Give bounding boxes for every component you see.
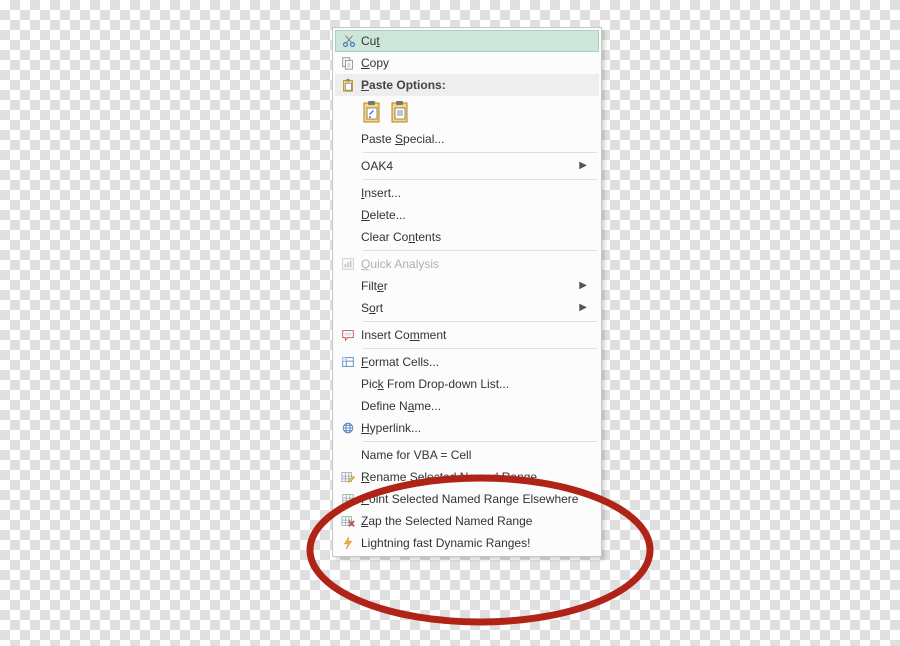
cut-icon — [336, 34, 361, 48]
grid-delete-icon — [335, 514, 361, 528]
menu-item-filter[interactable]: Filter ▶ — [335, 275, 599, 297]
menu-item-clear-contents[interactable]: Clear Contents — [335, 226, 599, 248]
grid-icon — [335, 492, 361, 506]
separator — [363, 321, 597, 322]
copy-icon — [335, 56, 361, 70]
menu-label: Define Name... — [361, 395, 587, 417]
lightning-icon — [335, 536, 361, 550]
menu-item-quick-analysis: Quick Analysis — [335, 253, 599, 275]
menu-label: Format Cells... — [361, 351, 587, 373]
menu-item-zap-range[interactable]: Zap the Selected Named Range — [335, 510, 599, 532]
menu-item-insert-comment[interactable]: Insert Comment — [335, 324, 599, 346]
paste-options-row — [335, 96, 599, 128]
separator — [363, 441, 597, 442]
menu-label: Paste Options: — [361, 74, 587, 96]
format-cells-icon — [335, 355, 361, 369]
menu-label: OAK4 — [361, 155, 577, 177]
menu-item-format-cells[interactable]: Format Cells... — [335, 351, 599, 373]
menu-item-oak4[interactable]: OAK4 ▶ — [335, 155, 599, 177]
menu-item-paste-special[interactable]: Paste Special... — [335, 128, 599, 150]
menu-label: Insert Comment — [361, 324, 587, 346]
separator — [363, 250, 597, 251]
paste-icon — [335, 78, 361, 92]
paste-option-values-icon[interactable] — [389, 100, 411, 124]
menu-item-cut[interactable]: Cut — [335, 30, 599, 52]
menu-item-point-range[interactable]: Point Selected Named Range Elsewhere — [335, 488, 599, 510]
menu-item-pick-from-list[interactable]: Pick From Drop-down List... — [335, 373, 599, 395]
menu-item-copy[interactable]: Copy — [335, 52, 599, 74]
grid-pencil-icon — [335, 470, 361, 484]
menu-item-insert[interactable]: Insert... — [335, 182, 599, 204]
menu-item-dynamic-ranges[interactable]: Lightning fast Dynamic Ranges! — [335, 532, 599, 554]
separator — [363, 152, 597, 153]
menu-label: Cut — [361, 31, 586, 51]
menu-label: Filter — [361, 275, 577, 297]
menu-item-hyperlink[interactable]: Hyperlink... — [335, 417, 599, 439]
menu-item-define-name[interactable]: Define Name... — [335, 395, 599, 417]
menu-item-delete[interactable]: Delete... — [335, 204, 599, 226]
separator — [363, 348, 597, 349]
separator — [363, 179, 597, 180]
menu-item-name-for-vba[interactable]: Name for VBA = Cell — [335, 444, 599, 466]
context-menu: Cut Copy Paste Options: — [332, 27, 602, 557]
submenu-arrow-icon: ▶ — [577, 297, 587, 319]
menu-item-sort[interactable]: Sort ▶ — [335, 297, 599, 319]
menu-item-paste-options: Paste Options: — [335, 74, 599, 96]
submenu-arrow-icon: ▶ — [577, 275, 587, 297]
menu-label: Pick From Drop-down List... — [361, 373, 587, 395]
submenu-arrow-icon: ▶ — [577, 155, 587, 177]
menu-label: Copy — [361, 52, 587, 74]
menu-label: Lightning fast Dynamic Ranges! — [361, 532, 587, 554]
quick-analysis-icon — [335, 257, 361, 271]
menu-label: Hyperlink... — [361, 417, 587, 439]
menu-label: Paste Special... — [361, 128, 587, 150]
menu-label: Delete... — [361, 204, 587, 226]
menu-label: Sort — [361, 297, 577, 319]
menu-label: Point Selected Named Range Elsewhere — [361, 488, 587, 510]
menu-label: Rename Selected Named Range — [361, 466, 587, 488]
menu-item-rename-range[interactable]: Rename Selected Named Range — [335, 466, 599, 488]
hyperlink-icon — [335, 421, 361, 435]
comment-icon — [335, 328, 361, 342]
menu-label: Insert... — [361, 182, 587, 204]
paste-option-default-icon[interactable] — [361, 100, 383, 124]
menu-label: Quick Analysis — [361, 253, 587, 275]
menu-label: Name for VBA = Cell — [361, 444, 587, 466]
menu-label: Zap the Selected Named Range — [361, 510, 587, 532]
menu-label: Clear Contents — [361, 226, 587, 248]
